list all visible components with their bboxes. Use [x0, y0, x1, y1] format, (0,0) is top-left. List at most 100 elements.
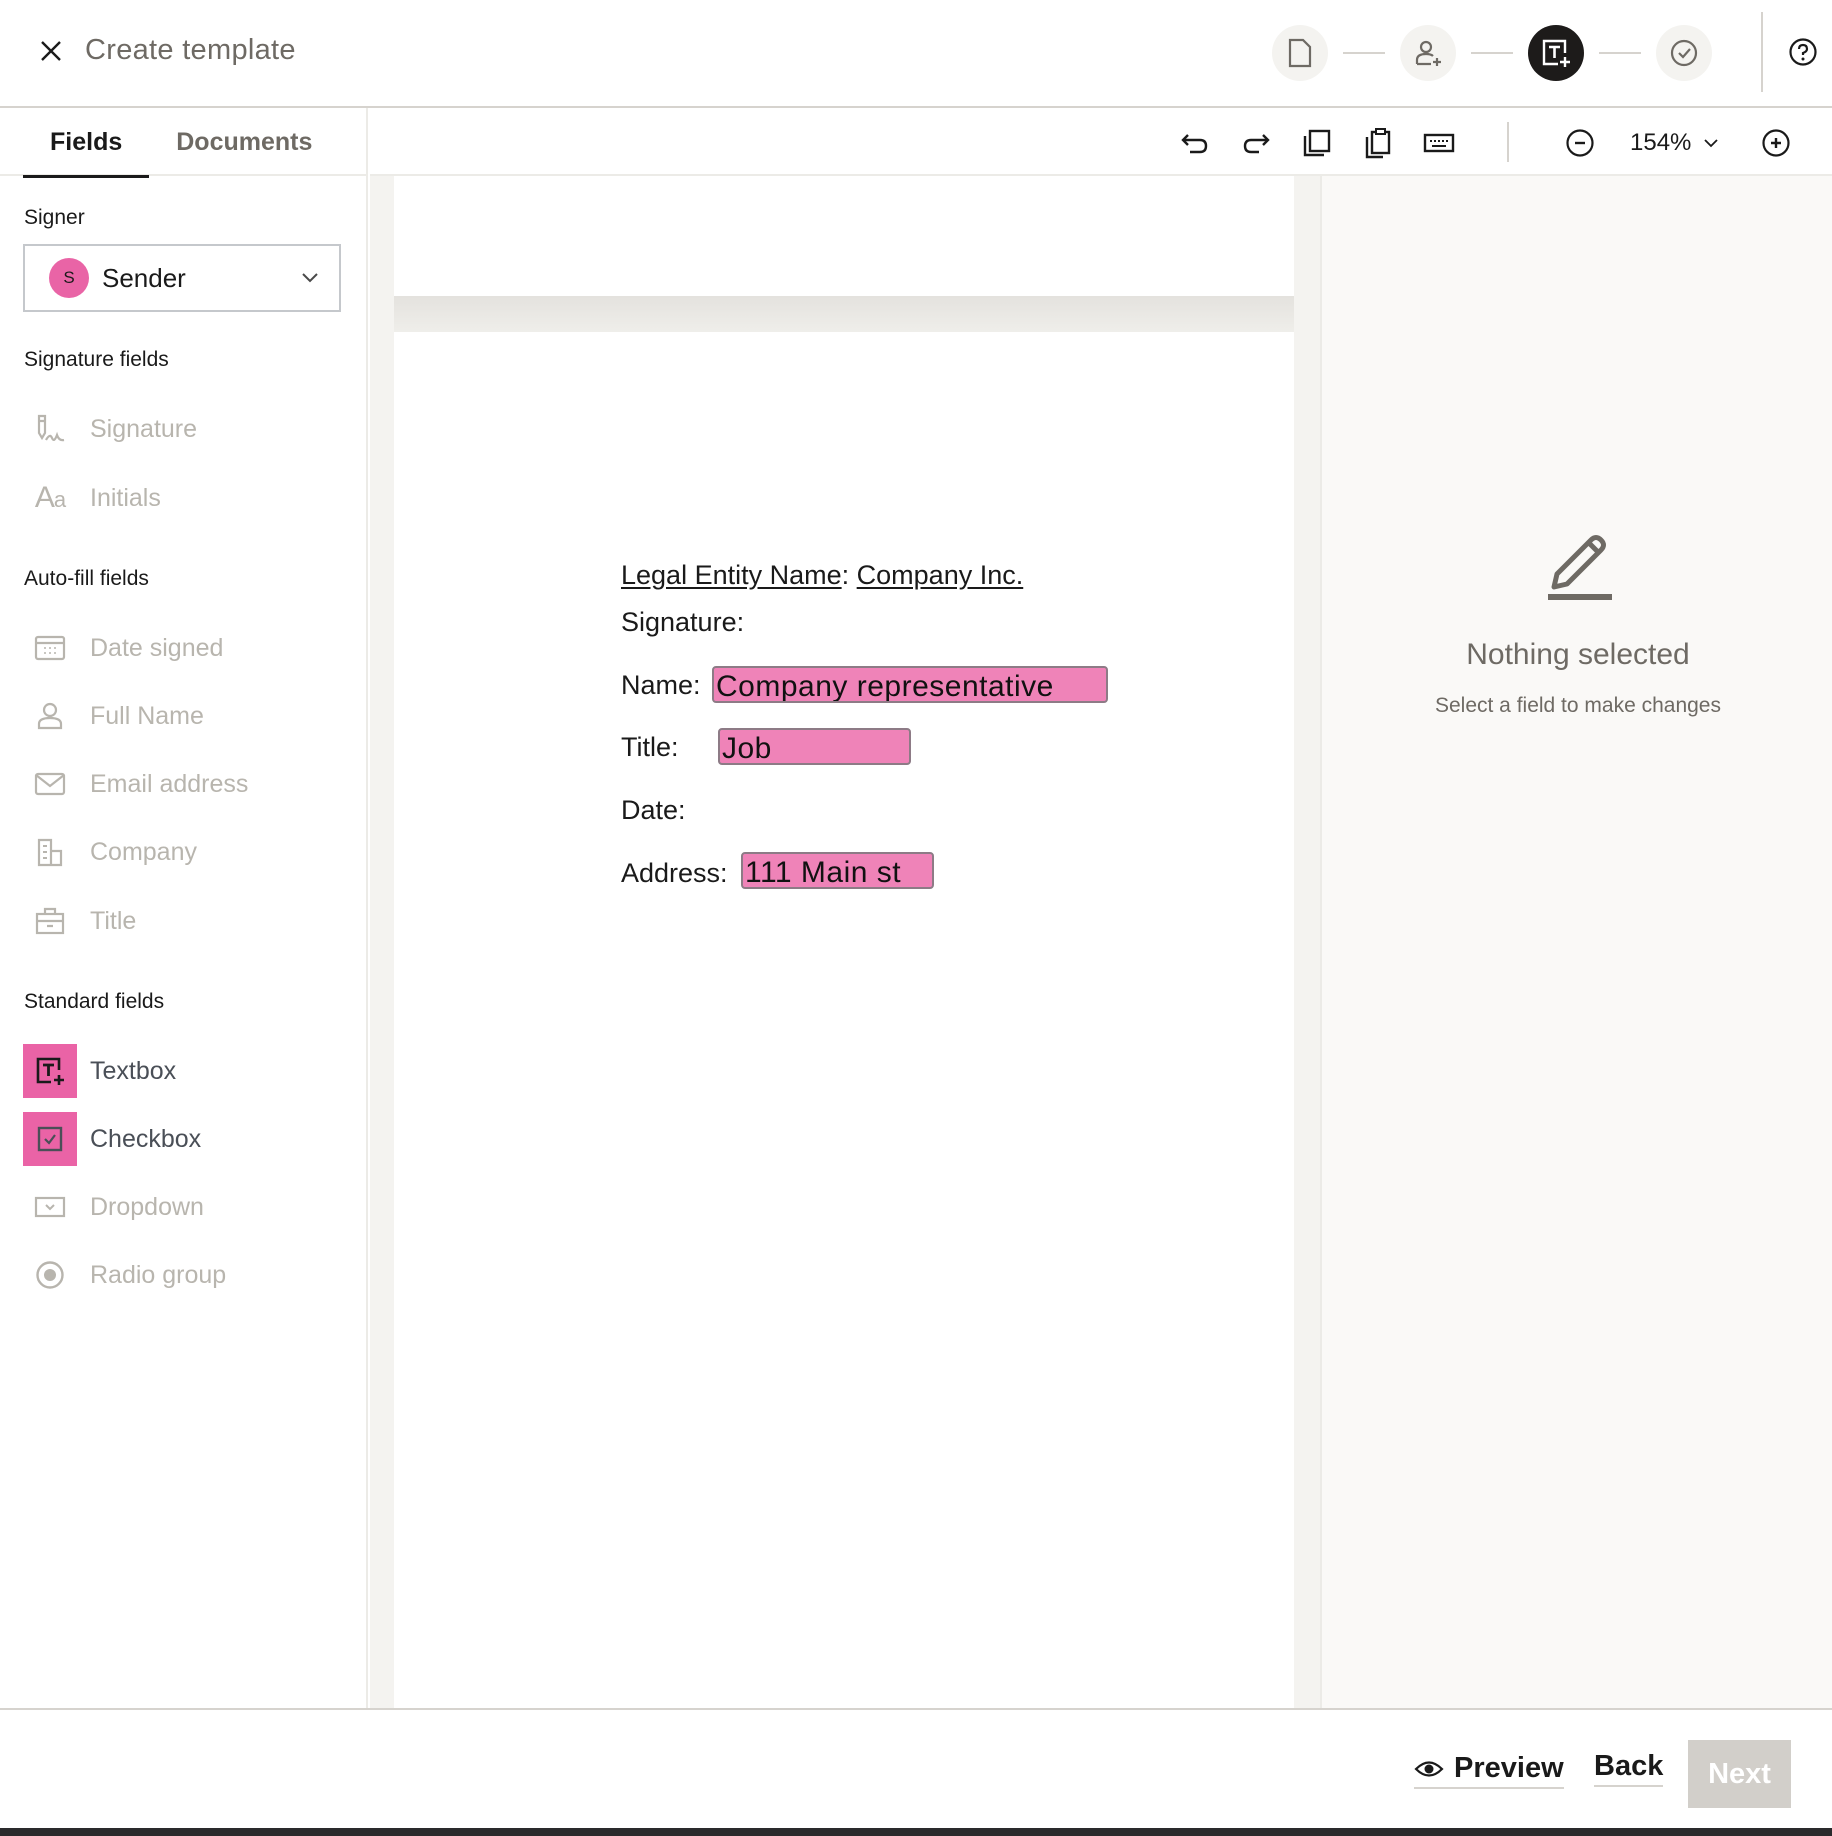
editor-toolbar: 154%	[370, 108, 1832, 176]
briefcase-icon	[23, 894, 77, 948]
field-textbox[interactable]: Textbox	[23, 1044, 176, 1098]
legal-entity-colon: :	[841, 560, 850, 590]
help-icon	[1789, 38, 1817, 66]
header: Create template	[0, 0, 1832, 108]
calendar-icon	[23, 621, 77, 675]
field-initials[interactable]: Aa Initials	[23, 471, 161, 525]
paste-icon	[1365, 128, 1391, 159]
properties-panel: Nothing selected Select a field to make …	[1320, 176, 1832, 1710]
initials-icon: Aa	[34, 481, 66, 514]
zoom-out-button[interactable]	[1563, 126, 1597, 160]
field-label: Initials	[90, 483, 161, 512]
undo-icon	[1181, 134, 1208, 154]
chevron-down-icon	[1704, 139, 1719, 148]
document-page-previous	[394, 176, 1294, 296]
back-button[interactable]: Back	[1594, 1750, 1664, 1787]
copy-icon	[1303, 129, 1331, 157]
tab-documents[interactable]: Documents	[149, 108, 339, 176]
field-label: Full Name	[90, 701, 204, 730]
field-title[interactable]: Title	[23, 894, 136, 948]
title-label: Title:	[621, 732, 679, 762]
name-label: Name:	[621, 670, 701, 700]
date-label: Date:	[621, 795, 686, 825]
building-icon	[23, 825, 77, 879]
document-page	[394, 332, 1294, 1710]
sidebar-tabs: Fields Documents	[0, 108, 366, 178]
field-checkbox[interactable]: Checkbox	[23, 1112, 201, 1166]
pencil-icon	[1542, 532, 1612, 609]
field-label: Textbox	[90, 1056, 177, 1085]
field-full-name[interactable]: Full Name	[23, 689, 204, 743]
name-textbox-field[interactable]: Company representative	[712, 666, 1108, 703]
empty-state-subtitle: Select a field to make changes	[1434, 694, 1721, 717]
field-label: Email address	[90, 769, 249, 798]
envelope-icon	[23, 757, 77, 811]
undo-button[interactable]	[1178, 126, 1212, 160]
step-connector	[1599, 52, 1641, 54]
field-label: Checkbox	[90, 1124, 202, 1153]
textbox-add-icon	[1542, 39, 1570, 67]
empty-state-title: Nothing selected	[1466, 638, 1690, 671]
page-separator	[394, 296, 1294, 332]
close-icon	[41, 41, 61, 61]
preview-button[interactable]: Preview	[1414, 1752, 1564, 1789]
title-textbox-field[interactable]: Job	[718, 728, 911, 765]
field-label: Signature	[90, 414, 198, 443]
keyboard-shortcuts-button[interactable]	[1422, 126, 1456, 160]
step-connector	[1471, 52, 1513, 54]
step-document[interactable]	[1272, 25, 1328, 81]
field-dropdown[interactable]: Dropdown	[23, 1180, 204, 1234]
chevron-down-icon	[301, 272, 319, 284]
signer-label: Signer	[24, 206, 85, 229]
tab-fields[interactable]: Fields	[0, 108, 150, 178]
zoom-out-icon	[1566, 129, 1594, 157]
copy-button[interactable]	[1300, 126, 1334, 160]
step-review[interactable]	[1656, 25, 1712, 81]
zoom-level-select[interactable]: 154%	[1630, 126, 1719, 160]
autofill-fields-heading: Auto-fill fields	[24, 567, 149, 590]
field-label: Date signed	[90, 633, 224, 662]
radio-icon	[23, 1248, 77, 1302]
legal-entity-value: Company Inc.	[856, 560, 1024, 590]
help-button[interactable]	[1788, 37, 1818, 67]
step-add-signer[interactable]	[1400, 25, 1456, 81]
signer-select[interactable]: S Sender	[23, 244, 341, 312]
signature-fields-heading: Signature fields	[24, 348, 169, 371]
field-label: Company	[90, 837, 197, 866]
add-person-icon	[1415, 40, 1441, 66]
preview-label: Preview	[1454, 1752, 1564, 1784]
zoom-in-button[interactable]	[1759, 126, 1793, 160]
document-icon	[1288, 38, 1312, 68]
step-connector	[1343, 52, 1385, 54]
legal-entity-label: Legal Entity Name	[621, 560, 842, 590]
address-textbox-field[interactable]: 111 Main st	[741, 852, 934, 889]
page-title: Create template	[85, 34, 296, 66]
signer-avatar: S	[49, 258, 89, 298]
step-add-fields[interactable]	[1528, 25, 1584, 81]
zoom-level: 154%	[1630, 129, 1692, 156]
field-radio-group[interactable]: Radio group	[23, 1248, 226, 1302]
field-label: Title	[90, 906, 137, 935]
field-label: Radio group	[90, 1260, 227, 1289]
fields-sidebar: Fields Documents Signer S Sender Signatu…	[0, 108, 368, 1710]
standard-fields-heading: Standard fields	[24, 990, 165, 1013]
field-email-address[interactable]: Email address	[23, 757, 248, 811]
redo-button[interactable]	[1239, 126, 1273, 160]
redo-icon	[1243, 134, 1270, 154]
progress-steps	[1272, 25, 1712, 81]
next-button[interactable]: Next	[1688, 1740, 1791, 1808]
legal-entity-line: Legal Entity Name: Company Inc.	[621, 560, 1023, 591]
keyboard-icon	[1423, 133, 1455, 153]
paste-button[interactable]	[1361, 126, 1395, 160]
signer-name: Sender	[102, 262, 186, 293]
check-circle-icon	[1670, 39, 1698, 67]
dropdown-icon	[23, 1180, 77, 1234]
checkbox-icon	[23, 1112, 77, 1166]
close-button[interactable]	[36, 36, 66, 66]
field-signature[interactable]: Signature	[23, 402, 197, 456]
back-label: Back	[1594, 1750, 1664, 1782]
field-date-signed[interactable]: Date signed	[23, 621, 223, 675]
eye-icon	[1414, 1760, 1444, 1777]
field-company[interactable]: Company	[23, 825, 197, 879]
field-label: Dropdown	[90, 1192, 204, 1221]
